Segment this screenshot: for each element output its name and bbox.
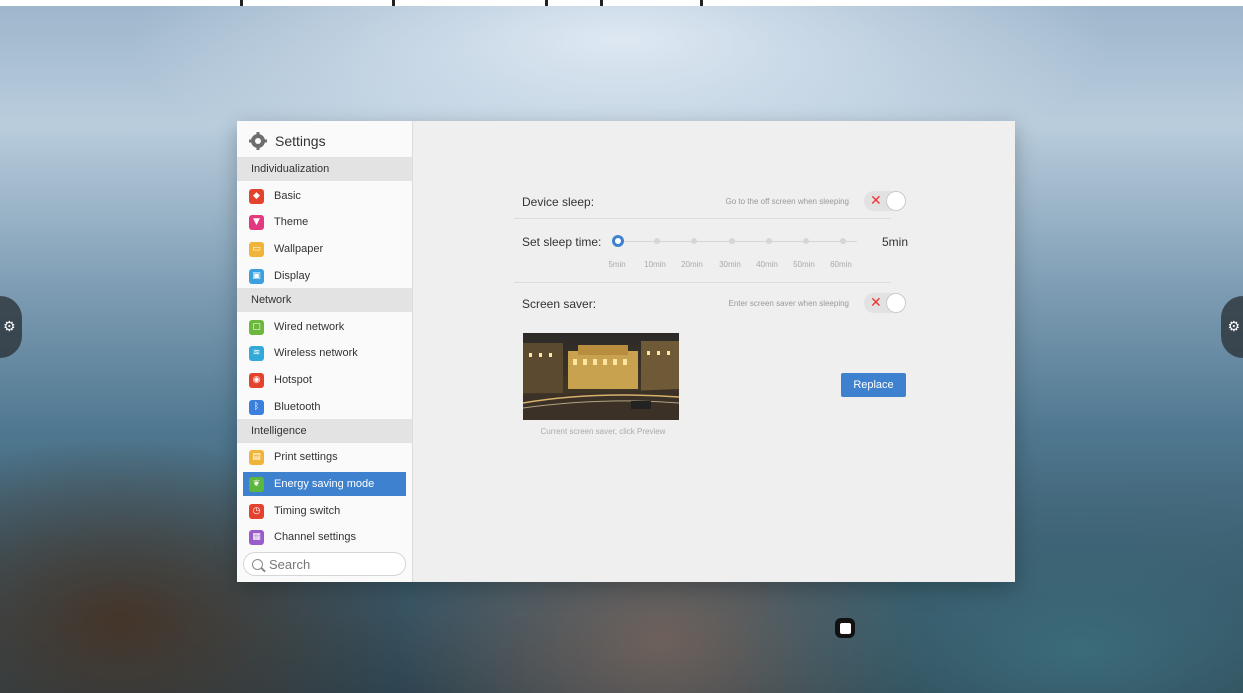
gear-icon: ⚙ [1227, 319, 1240, 335]
picture-icon: ▭ [249, 241, 264, 257]
right-sidebar-handle[interactable]: ⚙ [1221, 296, 1243, 358]
slider-tick-label: 10min [644, 260, 666, 269]
sidebar-item-wired-network[interactable]: ▢ Wired network [243, 315, 406, 339]
settings-header: Settings [249, 130, 326, 152]
sidebar-item-print-settings[interactable]: ▤ Print settings [243, 445, 406, 469]
gear-icon: ⚙ [3, 319, 16, 335]
divider [514, 282, 891, 283]
toggle-knob [886, 191, 906, 211]
slider-step-dot[interactable] [691, 238, 697, 244]
layers-icon: ◆ [249, 188, 264, 204]
sidebar-item-display[interactable]: ▣ Display [243, 264, 406, 288]
sidebar-item-label: Timing switch [274, 505, 341, 517]
divider [514, 218, 891, 219]
sidebar-item-timing-switch[interactable]: ◷ Timing switch [243, 499, 406, 523]
sidebar-item-label: Display [274, 270, 311, 282]
slider-step-dot[interactable] [729, 238, 735, 244]
slider-tick-label: 30min [719, 260, 741, 269]
section-intelligence: Intelligence [237, 419, 412, 443]
home-square-icon [839, 622, 851, 634]
sidebar-item-theme[interactable]: ▼ Theme [243, 210, 406, 234]
top-status-strip [0, 0, 1243, 6]
section-individualization: Individualization [237, 157, 412, 181]
slider-tick-label: 20min [681, 260, 703, 269]
sidebar-item-label: Wallpaper [274, 243, 324, 255]
device-sleep-toggle[interactable]: ✕ [864, 191, 906, 211]
slider-step-dot[interactable] [803, 238, 809, 244]
bluetooth-icon: ᛒ [249, 399, 264, 415]
channel-icon: ▦ [249, 529, 264, 545]
settings-sidebar: Settings Individualization ◆ Basic ▼ The… [237, 121, 413, 582]
screen-saver-label: Screen saver: [522, 297, 597, 311]
energy-saving-panel: Device sleep: Go to the off screen when … [413, 121, 1015, 582]
screen-saver-toggle[interactable]: ✕ [864, 293, 906, 313]
toggle-knob [886, 293, 906, 313]
search-field[interactable]: Search [243, 552, 406, 576]
sidebar-item-hotspot[interactable]: ◉ Hotspot [243, 368, 406, 392]
screen-saver-caption: Current screen saver, click Preview [540, 427, 666, 436]
section-network: Network [237, 288, 412, 312]
screen-saver-hint: Enter screen saver when sleeping [728, 299, 849, 308]
off-x-icon: ✕ [870, 193, 882, 209]
sidebar-item-channel-settings[interactable]: ▦ Channel settings [243, 525, 406, 549]
sidebar-item-label: Channel settings [274, 531, 356, 543]
sidebar-item-label: Wireless network [274, 347, 358, 359]
sleep-time-label: Set sleep time: [522, 235, 602, 249]
slider-tick-label: 40min [756, 260, 778, 269]
slider-tick-label: 50min [793, 260, 815, 269]
search-icon [252, 558, 263, 570]
sidebar-item-label: Print settings [274, 451, 338, 463]
monitor-icon: ▣ [249, 268, 264, 284]
home-button[interactable] [835, 618, 855, 638]
hotspot-icon: ◉ [249, 372, 264, 388]
sidebar-item-label: Wired network [274, 321, 345, 333]
wifi-icon: ≋ [249, 345, 264, 361]
replace-button[interactable]: Replace [841, 373, 906, 397]
sidebar-item-label: Energy saving mode [274, 478, 375, 490]
sidebar-item-label: Hotspot [274, 374, 312, 386]
device-sleep-hint: Go to the off screen when sleeping [725, 197, 850, 206]
settings-gear-icon [249, 132, 267, 150]
sidebar-item-energy-saving-mode[interactable]: ❦ Energy saving mode [243, 472, 406, 496]
screen-saver-preview-image[interactable] [523, 333, 679, 420]
shirt-icon: ▼ [249, 214, 264, 230]
clock-icon: ◷ [249, 503, 264, 519]
sleep-time-value: 5min [881, 235, 908, 249]
sleep-time-slider-thumb[interactable] [612, 235, 624, 247]
sidebar-item-wireless-network[interactable]: ≋ Wireless network [243, 341, 406, 365]
printer-icon: ▤ [249, 449, 264, 465]
slider-step-dot[interactable] [654, 238, 660, 244]
slider-tick-label: 5min [608, 260, 626, 269]
sidebar-item-label: Theme [274, 216, 309, 228]
settings-window: Settings Individualization ◆ Basic ▼ The… [237, 121, 1015, 582]
slider-step-dot[interactable] [840, 238, 846, 244]
sidebar-item-label: Basic [274, 190, 301, 202]
search-placeholder: Search [269, 556, 311, 572]
left-sidebar-handle[interactable]: ⚙ [0, 296, 22, 358]
sidebar-item-bluetooth[interactable]: ᛒ Bluetooth [243, 395, 406, 419]
off-x-icon: ✕ [870, 295, 882, 311]
leaf-icon: ❦ [249, 476, 264, 492]
settings-title: Settings [275, 133, 326, 149]
sidebar-item-label: Bluetooth [274, 401, 321, 413]
sidebar-item-basic[interactable]: ◆ Basic [243, 184, 406, 208]
sidebar-item-wallpaper[interactable]: ▭ Wallpaper [243, 237, 406, 261]
sleep-time-slider-track[interactable] [617, 241, 857, 242]
device-sleep-label: Device sleep: [522, 195, 595, 209]
wired-network-icon: ▢ [249, 319, 264, 335]
slider-step-dot[interactable] [766, 238, 772, 244]
slider-tick-label: 60min [830, 260, 852, 269]
